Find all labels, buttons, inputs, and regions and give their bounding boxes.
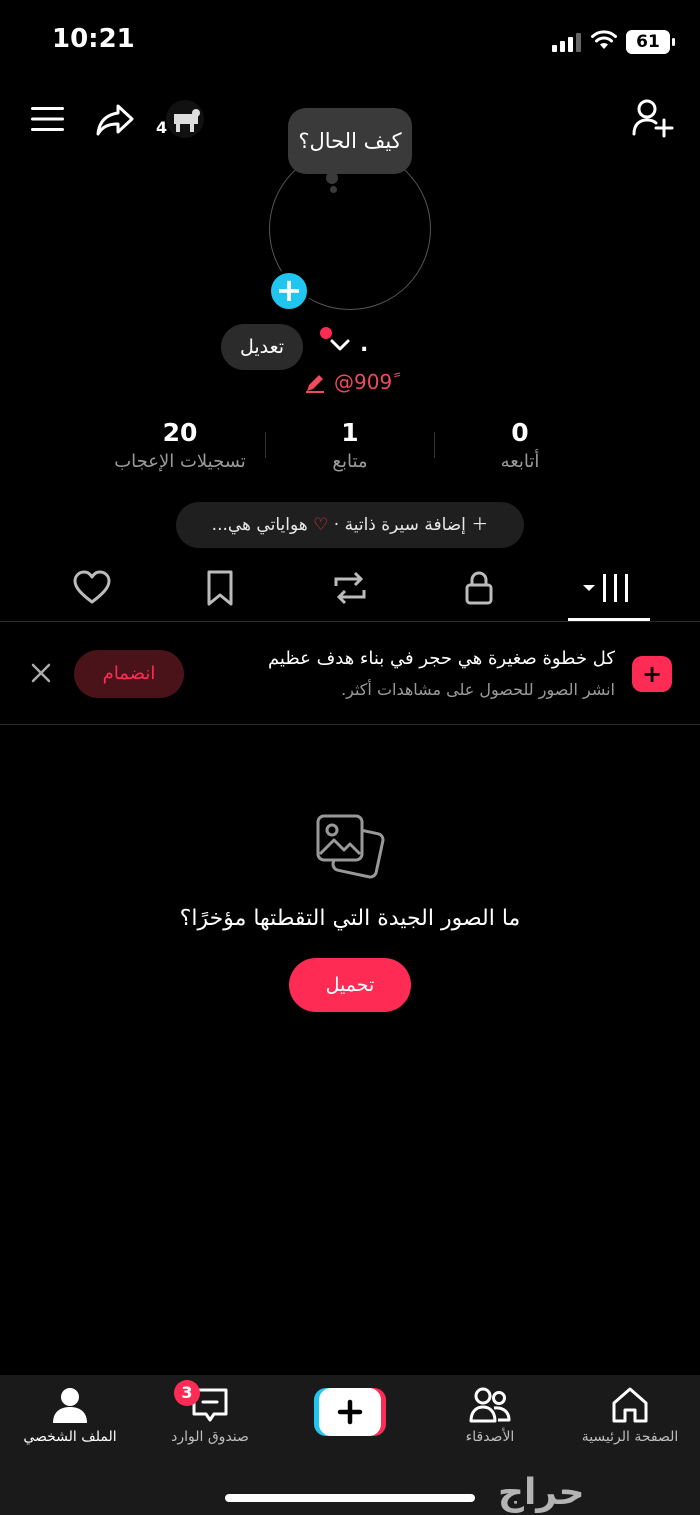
likes-label: تسجيلات الإعجاب <box>114 451 246 472</box>
repost-icon[interactable] <box>330 568 370 608</box>
bookmark-icon[interactable] <box>200 568 240 608</box>
home-icon <box>612 1387 648 1423</box>
following-count: 0 <box>511 418 529 447</box>
add-friend-icon[interactable] <box>630 96 674 140</box>
status-time: 10:21 <box>52 24 135 54</box>
following-stat[interactable]: 0 أتابعه <box>450 418 590 472</box>
hobbies-label: هواياتي هي... <box>211 515 308 535</box>
stat-divider <box>265 432 266 458</box>
nav-home[interactable]: الصفحة الرئيسية <box>570 1385 690 1445</box>
photo-plus-icon: + <box>632 656 672 692</box>
grid-videos-icon[interactable] <box>580 568 636 608</box>
followers-stat[interactable]: 1 متابع <box>280 418 420 472</box>
pencil-icon[interactable] <box>304 372 326 394</box>
bio-separator: · <box>333 515 340 535</box>
likes-count: 20 <box>162 418 198 447</box>
nav-profile-label: الملف الشخصي <box>23 1429 117 1445</box>
nav-friends[interactable]: الأصدقاء <box>430 1385 550 1445</box>
watermark-logo: حراج <box>498 1472 585 1513</box>
inbox-badge: 3 <box>174 1380 200 1406</box>
plus-icon: ＋ <box>465 515 489 535</box>
profile-icon <box>53 1388 87 1423</box>
chevron-down-icon[interactable] <box>329 336 351 354</box>
bio-pill[interactable]: ＋ إضافة سيرة ذاتية · ♡ هواياتي هي... <box>176 502 524 548</box>
friends-icon <box>469 1387 511 1423</box>
create-post-button[interactable] <box>314 1388 386 1436</box>
battery-indicator: 61 <box>626 30 675 54</box>
edit-profile-button[interactable]: تعديل <box>221 324 303 370</box>
story-count: 4 <box>156 118 168 137</box>
upload-button[interactable]: تحميل <box>289 958 411 1012</box>
cellular-signal-icon <box>552 33 581 52</box>
add-photo-button[interactable]: + <box>268 270 310 312</box>
followers-count: 1 <box>341 418 359 447</box>
add-bio-label: إضافة سيرة ذاتية <box>344 515 466 535</box>
nav-inbox-label: صندوق الوارد <box>171 1429 249 1445</box>
banner-divider <box>0 724 700 725</box>
banner-title: كل خطوة صغيرة هي حجر في بناء هدف عظيم <box>267 648 615 669</box>
liked-heart-icon[interactable] <box>72 568 112 608</box>
photos-icon <box>316 814 385 879</box>
status-bubble[interactable]: كيف الحال؟ <box>288 108 412 174</box>
nav-profile[interactable]: الملف الشخصي <box>10 1385 130 1445</box>
lock-icon[interactable] <box>459 568 499 608</box>
username: @909ً <box>334 370 393 394</box>
close-icon[interactable] <box>28 660 54 686</box>
display-name: . <box>360 332 369 357</box>
followers-label: متابع <box>332 451 368 472</box>
nav-inbox[interactable]: صندوق الوارد <box>150 1385 270 1445</box>
heart-icon: ♡ <box>313 515 329 535</box>
nav-home-label: الصفحة الرئيسية <box>581 1429 679 1445</box>
bubble-tail-small <box>330 186 337 193</box>
stat-divider <box>434 432 435 458</box>
empty-state-title: ما الصور الجيدة التي التقطتها مؤخرًا؟ <box>179 906 521 931</box>
story-avatar[interactable] <box>166 100 204 138</box>
tabs-divider <box>0 621 700 622</box>
following-label: أتابعه <box>500 451 540 472</box>
bubble-tail <box>326 172 338 184</box>
banner-subtitle: انشر الصور للحصول على مشاهدات أكثر. <box>341 680 615 699</box>
join-button[interactable]: انضمام <box>74 650 184 698</box>
wifi-icon <box>591 30 617 49</box>
nav-friends-label: الأصدقاء <box>465 1429 515 1445</box>
story-thumbnail-icon <box>174 109 200 132</box>
menu-icon[interactable] <box>30 104 66 134</box>
home-indicator <box>225 1494 475 1502</box>
likes-stat[interactable]: 20 تسجيلات الإعجاب <box>110 418 250 472</box>
share-icon[interactable] <box>94 98 136 140</box>
